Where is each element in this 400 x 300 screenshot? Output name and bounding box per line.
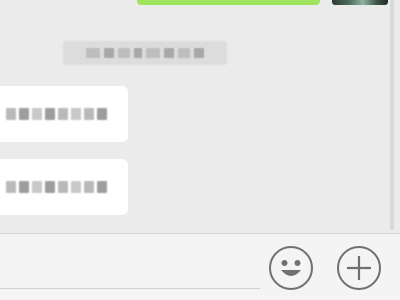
plus-icon: [339, 248, 379, 288]
self-avatar[interactable]: [332, 0, 388, 5]
obscured-message-text: [6, 181, 107, 193]
message-timestamp: [63, 41, 227, 65]
message-text-input[interactable]: [0, 250, 260, 289]
smiley-face-icon: [271, 248, 311, 288]
incoming-message-bubble[interactable]: [0, 159, 128, 215]
incoming-message-bubble[interactable]: [0, 86, 128, 142]
message-input-bar: [0, 233, 400, 300]
chat-message-area[interactable]: [0, 0, 400, 233]
chat-scrollbar[interactable]: [390, 0, 394, 230]
more-options-button[interactable]: [337, 246, 381, 290]
obscured-message-text: [6, 108, 107, 120]
outgoing-message-bubble[interactable]: [137, 0, 320, 5]
emoji-button[interactable]: [269, 246, 313, 290]
